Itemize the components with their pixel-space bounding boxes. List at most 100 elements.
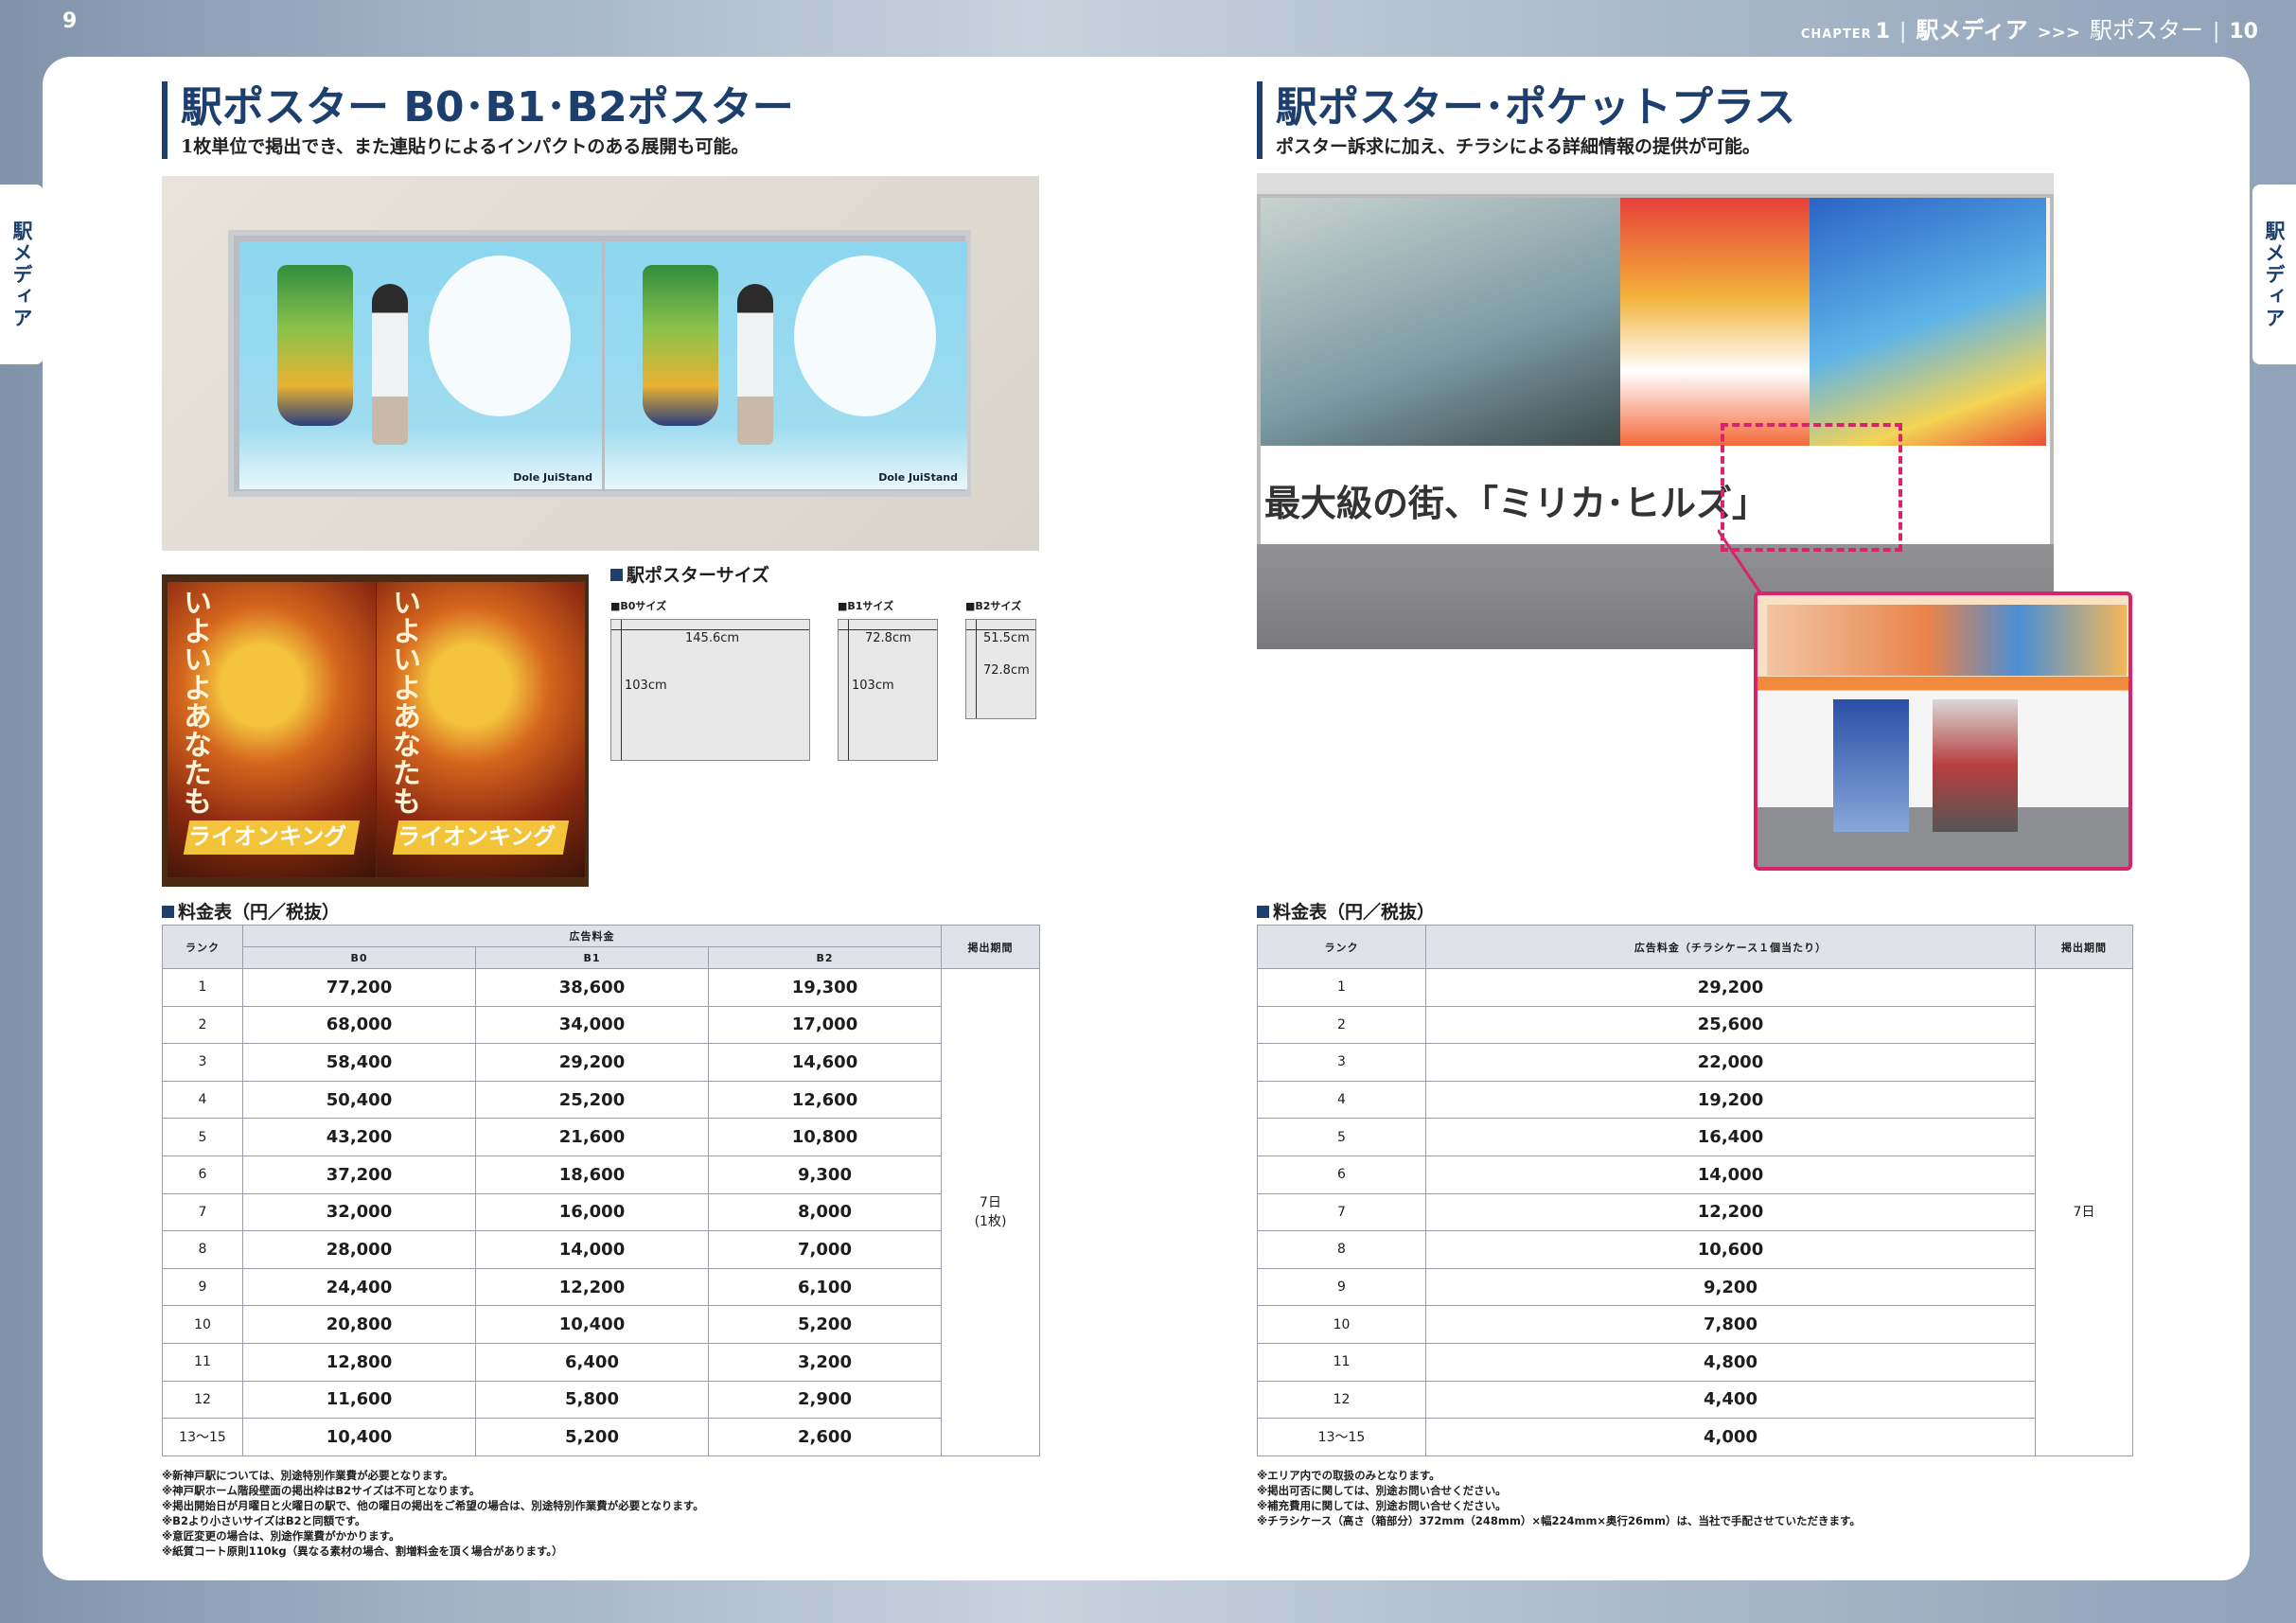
zoom-connector — [1718, 529, 1763, 595]
side-tab-right: 駅メディア — [2252, 185, 2296, 364]
table-row: 6 14,000 — [1257, 1155, 2133, 1194]
right-subtitle: ポスター訴求に加え、チラシによる詳細情報の提供が可能。 — [1276, 136, 1761, 157]
table-row: 9 9,200 — [1257, 1267, 2133, 1307]
table-row: 13～15 4,000 — [1257, 1418, 2133, 1456]
b0-price-cell: 58,400 — [242, 1043, 476, 1082]
rank-cell: 6 — [162, 1155, 243, 1194]
rank-cell: 9 — [1257, 1267, 1426, 1307]
brochure-graphic — [1933, 699, 2018, 832]
right-notes: ※エリア内での取扱のみとなります。 ※掲出可否に関しては、別途お問い合せください。… — [1257, 1468, 1861, 1528]
b1-size-label: ■B1サイズ — [838, 600, 894, 612]
flyer-graphic — [1620, 198, 1810, 446]
pocket-zoom-photo — [1754, 591, 2132, 871]
b0-price-cell: 12,800 — [242, 1342, 476, 1382]
b1-price-cell: 29,200 — [475, 1043, 709, 1082]
right-table-body: 1 29,200 7日 2 25,600 3 22,000 4 19,200 5 16,400 6 14… — [1257, 968, 2133, 1456]
b2-price-cell: 6,100 — [707, 1267, 943, 1307]
poster-scene-graphic — [1261, 198, 1620, 446]
table-row: 12 4,400 — [1257, 1380, 2133, 1420]
table-row: 3 22,000 — [1257, 1043, 2133, 1082]
b2-price-cell: 12,600 — [707, 1080, 943, 1120]
b0-price-cell: 24,400 — [242, 1267, 476, 1307]
left-page-number: 9 — [62, 9, 78, 33]
rank-cell: 8 — [1257, 1230, 1426, 1269]
header-ad-fee: 広告料金 — [241, 925, 943, 947]
b2-price-cell: 19,300 — [707, 968, 943, 1007]
fee-cell: 19,200 — [1425, 1080, 2036, 1120]
b1-price-cell: 16,000 — [475, 1192, 709, 1232]
right-price-table: ランク 広告料金（チラシケース１個当たり） 掲出期間 1 29,200 7日 2 25,… — [1257, 925, 2133, 1456]
rank-cell: 6 — [1257, 1155, 1426, 1194]
right-price-table-title: 料金表（円／税抜） — [1257, 898, 1435, 924]
left-price-table: ランク 広告料金 掲出期間 B0 B1 B2 1 77,200 38,600 19,3… — [162, 925, 1041, 1456]
b0-size-label: ■B0サイズ — [610, 600, 667, 612]
b2-price-cell: 14,600 — [707, 1043, 943, 1082]
fee-cell: 9,200 — [1425, 1267, 2036, 1307]
b0-price-cell: 37,200 — [242, 1155, 476, 1194]
fee-cell: 4,800 — [1425, 1342, 2036, 1382]
table-row: 11 12,800 6,400 3,200 — [162, 1342, 1040, 1382]
note-line: ※補充費用に関しては、別途お問い合せください。 — [1257, 1499, 1507, 1512]
b1-price-cell: 6,400 — [475, 1342, 709, 1382]
b2-price-cell: 7,000 — [707, 1230, 943, 1269]
table-row: 8 10,600 — [1257, 1230, 2133, 1269]
table-row: 11 4,800 — [1257, 1342, 2133, 1382]
brochure-graphic — [1833, 699, 1909, 832]
b0-price-cell: 43,200 — [242, 1118, 476, 1156]
right-section-heading: 駅ポスター･ポケットプラス ポスター訴求に加え、チラシによる詳細情報の提供が可能… — [1257, 81, 1795, 159]
b1-price-cell: 18,600 — [475, 1155, 709, 1194]
side-tab-left: 駅メディア — [0, 185, 44, 364]
breadcrumb: CHAPTER 1 | 駅メディア >>> 駅ポスター | 10 — [1801, 11, 2258, 44]
right-page-number: 10 — [2229, 20, 2258, 44]
b0-price-cell: 77,200 — [242, 968, 476, 1007]
model-figure — [372, 284, 408, 445]
header-b2: B2 — [707, 946, 943, 969]
rank-cell: 3 — [162, 1043, 243, 1082]
fee-cell: 22,000 — [1425, 1043, 2036, 1082]
rank-cell: 3 — [1257, 1043, 1426, 1082]
note-line: ※新神戸駅については、別途特別作業費が必要となります。 — [162, 1469, 454, 1482]
table-row: 1 29,200 7日 — [1257, 968, 2133, 1456]
rank-cell: 10 — [162, 1305, 243, 1344]
fee-cell: 25,600 — [1425, 1005, 2036, 1045]
table-row: 1 77,200 38,600 19,300 7日 (1枚) — [162, 968, 1041, 1456]
table-row: 2 68,000 34,000 17,000 — [162, 1005, 1040, 1045]
note-line: ※エリア内での取扱のみとなります。 — [1257, 1469, 1440, 1482]
table-row: 7 12,200 — [1257, 1192, 2133, 1232]
square-bullet-icon — [162, 906, 174, 918]
poster-banner: 最大級の街、「ミリカ･ヒルズ」 — [1261, 446, 2050, 544]
table-row: 8 28,000 14,000 7,000 — [162, 1230, 1040, 1269]
breadcrumb-category: 駅メディア — [1916, 17, 2028, 44]
rank-cell: 4 — [1257, 1080, 1426, 1120]
rank-cell: 8 — [162, 1230, 243, 1269]
b1-price-cell: 38,600 — [475, 968, 709, 1007]
left-subtitle: 1枚単位で掲出でき、また連貼りによるインパクトのある展開も可能。 — [181, 136, 750, 157]
b2-price-cell: 9,300 — [707, 1155, 943, 1194]
pocket-plus-photo: 最大級の街、「ミリカ･ヒルズ」 — [1257, 173, 2054, 649]
dole-brand-text: Dole JuiStand — [513, 471, 592, 484]
b0-width: 145.6cm — [685, 631, 740, 645]
b0-price-cell: 20,800 — [242, 1305, 476, 1344]
note-line: ※B2より小さいサイズはB2と同額です。 — [162, 1514, 366, 1527]
fee-cell: 12,200 — [1425, 1192, 2036, 1232]
b0-price-cell: 11,600 — [242, 1380, 476, 1420]
note-line: ※紙質コート原則110kg（異なる素材の場合、割増料金を頂く場合があります。） — [162, 1544, 563, 1558]
right-title: 駅ポスター･ポケットプラス — [1276, 83, 1796, 132]
flyer-graphic — [1810, 198, 2046, 446]
rank-cell: 2 — [1257, 1005, 1426, 1045]
b0-height: 103cm — [625, 679, 667, 693]
note-line: ※チラシケース（高さ（箱部分）372mm（248mm）×幅224mm×奥行26m… — [1257, 1514, 1861, 1527]
left-title: 駅ポスター B0･B1･B2ポスター — [181, 83, 794, 132]
lion-copy-text: いよいよあなたも — [387, 588, 420, 815]
b1-price-cell: 10,400 — [475, 1305, 709, 1344]
note-line: ※神戸駅ホーム階段壁面の掲出枠はB2サイズは不可となります。 — [162, 1484, 481, 1497]
table-row: 12 11,600 5,800 2,900 — [162, 1380, 1040, 1420]
header-b1: B1 — [475, 946, 709, 969]
header-rank: ランク — [162, 925, 243, 969]
lion-title-text: ライオンキング — [188, 823, 347, 850]
side-tab-label: 駅メディア — [2263, 221, 2286, 329]
dole-poster-photo: Dole JuiStand Dole JuiStand — [162, 176, 1039, 551]
fee-cell: 16,400 — [1425, 1118, 2036, 1156]
dole-brand-text: Dole JuiStand — [878, 471, 958, 484]
note-line: ※意匠変更の場合は、別途作業費がかかります。 — [162, 1529, 400, 1543]
